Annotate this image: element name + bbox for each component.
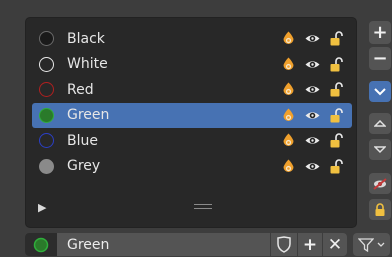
- material-color-swatch: [39, 158, 54, 174]
- row-toggle-icons: [280, 56, 345, 73]
- move-up-button[interactable]: [369, 113, 391, 134]
- lock-icon[interactable]: [328, 158, 345, 175]
- list-item[interactable]: Red: [32, 77, 352, 103]
- list-item[interactable]: Green: [32, 102, 352, 128]
- row-toggle-icons: [280, 81, 345, 98]
- row-toggle-icons: [280, 107, 345, 124]
- filter-icon: [358, 237, 374, 252]
- material-color-swatch: [39, 56, 54, 72]
- lock-icon[interactable]: [328, 107, 345, 124]
- lock-icon: [375, 202, 385, 216]
- list-item-label: Green: [67, 107, 110, 124]
- material-list: Black White Red Green Blue Grey: [32, 26, 352, 179]
- filter-button[interactable]: [353, 233, 390, 256]
- lock-icon[interactable]: [328, 56, 345, 73]
- list-item-label: Black: [67, 30, 105, 47]
- onion-skin-icon[interactable]: [280, 30, 297, 47]
- list-item-label: Blue: [67, 132, 98, 149]
- eye-icon[interactable]: [304, 56, 321, 73]
- lock-icon[interactable]: [328, 81, 345, 98]
- material-slot-list: Black White Red Green Blue Grey ▶: [25, 17, 357, 228]
- chevron-down-icon: [374, 87, 386, 95]
- close-icon: ✕: [327, 234, 343, 255]
- onion-skin-icon[interactable]: [280, 107, 297, 124]
- row-toggle-icons: [280, 158, 345, 175]
- triangle-down-icon: [374, 145, 386, 153]
- remove-button[interactable]: −: [369, 47, 391, 70]
- hide-others-button[interactable]: [369, 173, 391, 194]
- list-item[interactable]: Blue: [32, 128, 352, 154]
- eye-icon[interactable]: [304, 30, 321, 47]
- minus-icon: −: [372, 48, 388, 69]
- onion-skin-icon[interactable]: [280, 56, 297, 73]
- list-item-label: Grey: [67, 158, 101, 175]
- material-preview-icon: [25, 233, 57, 256]
- material-selector: Green + ✕: [25, 233, 392, 256]
- material-color-swatch: [39, 82, 54, 98]
- material-datablock-field[interactable]: Green + ✕: [25, 233, 347, 256]
- list-item[interactable]: Black: [32, 26, 352, 52]
- onion-skin-icon[interactable]: [280, 132, 297, 149]
- plus-icon: +: [302, 234, 318, 255]
- onion-skin-icon[interactable]: [280, 158, 297, 175]
- material-color-swatch: [39, 31, 54, 47]
- fake-user-button[interactable]: [270, 233, 297, 256]
- lock-others-button[interactable]: [369, 199, 391, 220]
- eye-icon[interactable]: [304, 107, 321, 124]
- specials-menu-button[interactable]: [369, 81, 391, 102]
- move-down-button[interactable]: [369, 139, 391, 160]
- eye-icon[interactable]: [304, 81, 321, 98]
- list-item-label: Red: [67, 81, 94, 98]
- material-color-swatch: [39, 133, 54, 149]
- material-color-swatch: [39, 107, 54, 123]
- list-item[interactable]: Grey: [32, 154, 352, 180]
- row-toggle-icons: [280, 30, 345, 47]
- eye-slash-icon: [373, 177, 387, 190]
- eye-icon[interactable]: [304, 158, 321, 175]
- plus-icon: +: [372, 22, 388, 43]
- chevron-down-icon: [377, 242, 385, 247]
- triangle-up-icon: [374, 119, 386, 127]
- lock-icon[interactable]: [328, 132, 345, 149]
- unlink-button[interactable]: ✕: [322, 233, 347, 256]
- list-item-label: White: [67, 56, 108, 73]
- list-item[interactable]: White: [32, 52, 352, 78]
- resize-grip[interactable]: [194, 204, 212, 212]
- onion-skin-icon[interactable]: [280, 81, 297, 98]
- new-material-button[interactable]: +: [297, 233, 322, 256]
- lock-icon[interactable]: [328, 30, 345, 47]
- shield-icon: [277, 236, 291, 253]
- eye-icon[interactable]: [304, 132, 321, 149]
- material-name[interactable]: Green: [67, 237, 270, 253]
- expand-triangle-icon[interactable]: ▶: [38, 201, 46, 214]
- row-toggle-icons: [280, 132, 345, 149]
- add-button[interactable]: +: [369, 21, 391, 44]
